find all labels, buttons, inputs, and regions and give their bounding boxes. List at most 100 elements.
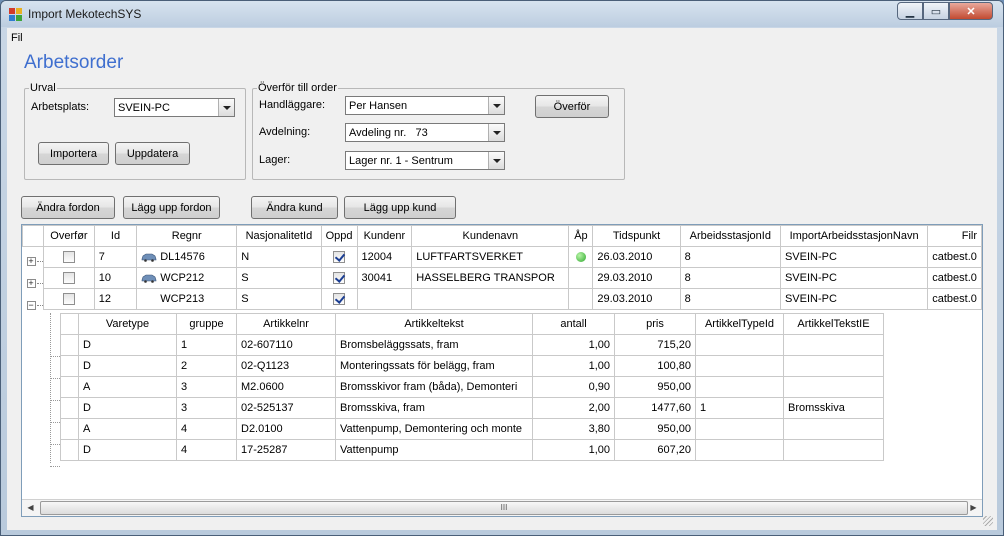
oppd-checkbox[interactable] — [333, 251, 346, 264]
artikkelnr-cell: M2.0600 — [236, 376, 336, 398]
transfer-legend: Överför till order — [258, 82, 337, 94]
avdelning-select[interactable]: Avdeling nr. 73 — [345, 123, 505, 142]
column-header[interactable]: Oppd — [320, 225, 358, 247]
arbeidsstasjon-id-cell: 8 — [679, 246, 781, 268]
handlaggare-select[interactable]: Per Hansen — [345, 96, 505, 115]
chevron-down-icon[interactable] — [218, 99, 234, 116]
transfer-button[interactable]: Överför — [535, 95, 609, 118]
workorder-grid[interactable]: Overfør Id Regnr NasjonalitetId Oppd Kun… — [21, 224, 983, 517]
column-header[interactable]: Varetype — [78, 313, 177, 335]
oppd-cell[interactable] — [320, 246, 358, 268]
subtable-row[interactable]: D 4 17-25287 Vattenpump 1,00 607,20 — [60, 439, 884, 461]
subtable-row[interactable]: D 1 02-607110 Bromsbeläggssats, fram 1,0… — [60, 334, 884, 356]
column-header[interactable]: ArbeidsstasjonId — [679, 225, 781, 247]
artikkeltypeid-cell — [695, 355, 784, 377]
menu-file[interactable]: Fil — [11, 32, 23, 44]
import-button[interactable]: Importera — [38, 142, 109, 165]
oppd-cell[interactable] — [320, 267, 358, 289]
update-button[interactable]: Uppdatera — [115, 142, 190, 165]
chevron-down-icon[interactable] — [488, 97, 504, 114]
chevron-down-icon[interactable] — [488, 124, 504, 141]
lager-select[interactable]: Lager nr. 1 - Sentrum — [345, 151, 505, 170]
artikkeltekst-cell: Bromsbeläggssats, fram — [335, 334, 533, 356]
row-header[interactable] — [60, 376, 79, 398]
pris-cell: 950,00 — [614, 376, 696, 398]
minimize-icon[interactable]: ▁ — [897, 2, 923, 20]
overfor-checkbox[interactable] — [62, 251, 75, 264]
column-header[interactable]: ArtikkelTekstIE — [783, 313, 884, 335]
row-header[interactable] — [60, 439, 79, 461]
overfor-checkbox[interactable] — [62, 272, 75, 285]
expander-cell[interactable]: + — [22, 267, 44, 289]
subtable-row[interactable]: D 3 02-525137 Bromsskiva, fram 2,00 1477… — [60, 397, 884, 419]
artikkeltypeid-cell — [695, 418, 784, 440]
overfor-cell[interactable] — [43, 288, 95, 310]
column-header[interactable]: antall — [532, 313, 615, 335]
column-header[interactable]: gruppe — [176, 313, 237, 335]
subtable-row[interactable]: D 2 02-Q1123 Monteringssats för belägg, … — [60, 355, 884, 377]
regnr-text: DL14576 — [160, 251, 205, 263]
column-header[interactable]: Artikkeltekst — [335, 313, 533, 335]
avdelning-label: Avdelning: — [259, 126, 311, 138]
regnr-cell: DL14576 — [136, 246, 238, 268]
nasjonalitet-cell: S — [236, 267, 322, 289]
column-header[interactable]: NasjonalitetId — [236, 225, 322, 247]
table-row[interactable]: + 10 WCP212 S 30041 HASSELBERG TRANSPOR … — [22, 267, 982, 289]
column-header[interactable]: Overfør — [43, 225, 95, 247]
tree-line — [50, 313, 51, 463]
chevron-down-icon[interactable] — [488, 152, 504, 169]
arbetsplats-select[interactable]: SVEIN-PC — [114, 98, 235, 117]
expand-icon[interactable]: + — [26, 256, 43, 266]
artikkelnr-cell: 17-25287 — [236, 439, 336, 461]
column-header[interactable]: ArtikkelTypeId — [695, 313, 784, 335]
column-header[interactable]: Filr — [927, 225, 982, 247]
varetype-cell: A — [78, 418, 177, 440]
add-vehicle-button[interactable]: Lägg upp fordon — [123, 196, 220, 219]
row-header[interactable] — [60, 334, 79, 356]
column-header[interactable]: Tidspunkt — [592, 225, 681, 247]
oppd-checkbox[interactable] — [333, 293, 346, 306]
column-header[interactable]: Åp — [568, 225, 594, 247]
scroll-thumb[interactable]: III — [40, 501, 968, 515]
overfor-checkbox[interactable] — [62, 293, 75, 306]
oppd-checkbox[interactable] — [333, 272, 346, 285]
column-header[interactable]: Id — [93, 225, 138, 247]
maximize-icon[interactable]: ▭ — [923, 2, 949, 20]
resize-grip-icon[interactable] — [983, 516, 993, 526]
title-bar[interactable]: Import MekotechSYS ▁ ▭ ✕ — [1, 1, 1003, 27]
row-header[interactable] — [60, 418, 79, 440]
pris-cell: 950,00 — [614, 418, 696, 440]
row-header[interactable] — [60, 397, 79, 419]
oppd-cell[interactable] — [320, 288, 358, 310]
overfor-cell[interactable] — [43, 246, 95, 268]
change-customer-button[interactable]: Ändra kund — [251, 196, 338, 219]
pris-cell: 100,80 — [614, 355, 696, 377]
expand-icon[interactable]: + — [26, 278, 43, 288]
add-customer-button[interactable]: Lägg upp kund — [344, 196, 456, 219]
regnr-cell: WCP212 — [136, 267, 238, 289]
row-header[interactable] — [60, 355, 79, 377]
gruppe-cell: 2 — [176, 355, 237, 377]
close-icon[interactable]: ✕ — [949, 2, 993, 20]
column-header[interactable]: Kundenavn — [411, 225, 570, 247]
column-header[interactable]: ImportArbeidsstasjonNavn — [779, 225, 929, 247]
expander-cell[interactable]: + — [22, 246, 44, 268]
table-row[interactable]: + 7 DL14576 N 12004 LUFTFARTSVERKET 26.0… — [22, 246, 982, 268]
change-vehicle-button[interactable]: Ändra fordon — [21, 196, 115, 219]
column-header[interactable]: Kundenr — [356, 225, 413, 247]
regnr-text: WCP213 — [160, 293, 205, 305]
import-navn-cell: SVEIN-PC — [779, 288, 929, 310]
scroll-right-icon[interactable]: ▶ — [965, 500, 982, 516]
subtable-row[interactable]: A 3 M2.0600 Bromsskivor fram (båda), Dem… — [60, 376, 884, 398]
column-header[interactable]: pris — [614, 313, 696, 335]
table-row[interactable]: − 12 WCP213 S 29.03.2010 8 SVEIN-PC catb… — [22, 288, 982, 310]
collapse-icon[interactable]: − — [26, 300, 43, 310]
expander-cell[interactable]: − — [22, 288, 44, 310]
gruppe-cell: 4 — [176, 418, 237, 440]
subtable-row[interactable]: A 4 D2.0100 Vattenpump, Demontering och … — [60, 418, 884, 440]
column-header[interactable]: Artikkelnr — [236, 313, 336, 335]
horizontal-scrollbar[interactable]: ◀ III ▶ — [22, 499, 982, 516]
column-header[interactable]: Regnr — [136, 225, 238, 247]
overfor-cell[interactable] — [43, 267, 95, 289]
scroll-left-icon[interactable]: ◀ — [22, 500, 39, 516]
